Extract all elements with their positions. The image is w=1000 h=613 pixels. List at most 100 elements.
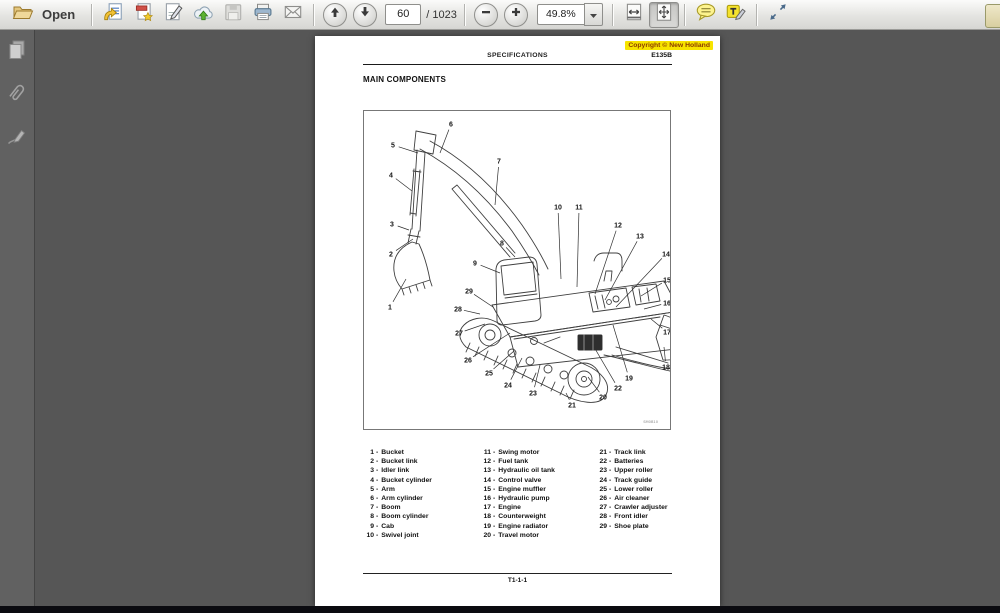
part-row: 17-Engine: [480, 503, 596, 512]
open-folder-icon: [11, 2, 35, 27]
callout-number: 17: [663, 329, 670, 336]
upload-cloud-icon: [192, 1, 214, 28]
zoom-dropdown-icon: [589, 6, 598, 24]
toolbar-divider: [756, 4, 758, 26]
part-row: 2-Bucket link: [363, 457, 480, 466]
create-pdf-button[interactable]: [128, 2, 158, 28]
email-icon: [282, 1, 304, 28]
callout-leader-line: [393, 279, 406, 302]
callout-number: 22: [614, 385, 622, 392]
attachment-icon: [5, 81, 29, 110]
zoom-level-input[interactable]: 49.8%: [537, 4, 584, 25]
fit-page-icon: [653, 1, 675, 28]
email-button[interactable]: [278, 2, 308, 28]
toolbar-divider: [684, 4, 686, 26]
callout-number: 28: [454, 306, 462, 313]
callout-number: 1: [388, 304, 392, 311]
pages-panel-button[interactable]: [3, 38, 31, 66]
callout-leader-line: [595, 231, 616, 294]
pdf-page: Copyright © New Holland SPECIFICATIONS E…: [315, 36, 720, 606]
highlight-icon: [724, 1, 748, 28]
part-row: 15-Engine muffler: [480, 485, 596, 494]
callout-number: 5: [391, 142, 395, 149]
navigation-sidebar: [0, 30, 35, 606]
page-number-input[interactable]: 60: [385, 4, 421, 25]
create-doc-icon: [132, 1, 154, 28]
fit-page-button[interactable]: [649, 2, 679, 28]
callout-number: 25: [485, 370, 493, 377]
callout-leader-line: [594, 347, 615, 383]
parts-column-2: 11-Swing motor12-Fuel tank13-Hydraulic o…: [480, 448, 596, 540]
callout-number: 8: [500, 240, 504, 247]
callout-number: 12: [614, 222, 622, 229]
parts-column-3: 21-Track link22-Batteries23-Upper roller…: [596, 448, 686, 540]
print-icon: [252, 1, 274, 28]
page-count-label: / 1023: [426, 9, 457, 21]
callout-leader-line: [664, 347, 665, 361]
callout-number: 2: [389, 251, 393, 258]
part-row: 16-Hydraulic pump: [480, 494, 596, 503]
pdf-viewer-window: Open: [0, 0, 1000, 613]
page-down-icon: [358, 5, 372, 24]
part-row: 13-Hydraulic oil tank: [480, 466, 596, 475]
sign-button[interactable]: [158, 2, 188, 28]
callout-number: 11: [575, 204, 583, 211]
part-row: 4-Bucket cylinder: [363, 476, 480, 485]
export-doc-icon: [102, 1, 124, 28]
part-row: 29-Shoe plate: [596, 522, 686, 531]
footer-page-code: T1-1-1: [315, 577, 720, 584]
highlight-button[interactable]: [721, 2, 751, 28]
part-row: 22-Batteries: [596, 457, 686, 466]
part-row: 21-Track link: [596, 448, 686, 457]
callout-number: 19: [625, 375, 633, 382]
callout-number: 6: [449, 121, 453, 128]
upload-share-button[interactable]: [188, 2, 218, 28]
save-button[interactable]: [218, 2, 248, 28]
header-model-label: E135B: [651, 52, 672, 59]
part-row: 3-Idler link: [363, 466, 480, 475]
callout-leader-line: [535, 365, 541, 387]
part-row: 25-Lower roller: [596, 485, 686, 494]
callout-number: 29: [465, 288, 473, 295]
comment-icon: [694, 1, 718, 28]
document-canvas[interactable]: Copyright © New Holland SPECIFICATIONS E…: [36, 30, 1000, 606]
sign-doc-icon: [162, 1, 184, 28]
comment-button[interactable]: [691, 2, 721, 28]
callout-number: 7: [497, 158, 501, 165]
status-bar: [0, 606, 1000, 613]
callout-leader-line: [506, 247, 515, 257]
zoom-in-button[interactable]: [504, 3, 528, 27]
page-up-icon: [328, 5, 342, 24]
previous-page-button[interactable]: [323, 3, 347, 27]
fullscreen-button[interactable]: [763, 2, 793, 28]
part-row: 1-Bucket: [363, 448, 480, 457]
pages-icon: [5, 38, 29, 67]
fit-width-icon: [623, 1, 645, 28]
part-row: 10-Swivel joint: [363, 531, 480, 540]
part-row: 5-Arm: [363, 485, 480, 494]
attachments-panel-button[interactable]: [3, 81, 31, 109]
callout-number: 3: [390, 221, 394, 228]
callout-number: 9: [473, 260, 477, 267]
export-button[interactable]: [98, 2, 128, 28]
signatures-panel-button[interactable]: [3, 124, 31, 152]
callout-number: 18: [662, 364, 670, 371]
part-row: 23-Upper roller: [596, 466, 686, 475]
part-row: 20-Travel motor: [480, 531, 596, 540]
callout-number: 16: [663, 300, 670, 307]
open-button[interactable]: Open: [6, 1, 86, 29]
callout-number: 23: [529, 390, 537, 397]
print-button[interactable]: [248, 2, 278, 28]
callout-number: 20: [599, 394, 607, 401]
part-row: 7-Boom: [363, 503, 480, 512]
callout-leader-line: [398, 226, 409, 230]
next-page-button[interactable]: [353, 3, 377, 27]
zoom-out-button[interactable]: [474, 3, 498, 27]
zoom-dropdown-button[interactable]: [584, 3, 603, 26]
clipped-toolbar-button[interactable]: [985, 4, 1000, 28]
zoom-out-icon: [479, 5, 493, 24]
callout-number: 10: [554, 204, 562, 211]
part-row: 9-Cab: [363, 522, 480, 531]
fit-width-button[interactable]: [619, 2, 649, 28]
callout-number: 24: [504, 382, 512, 389]
